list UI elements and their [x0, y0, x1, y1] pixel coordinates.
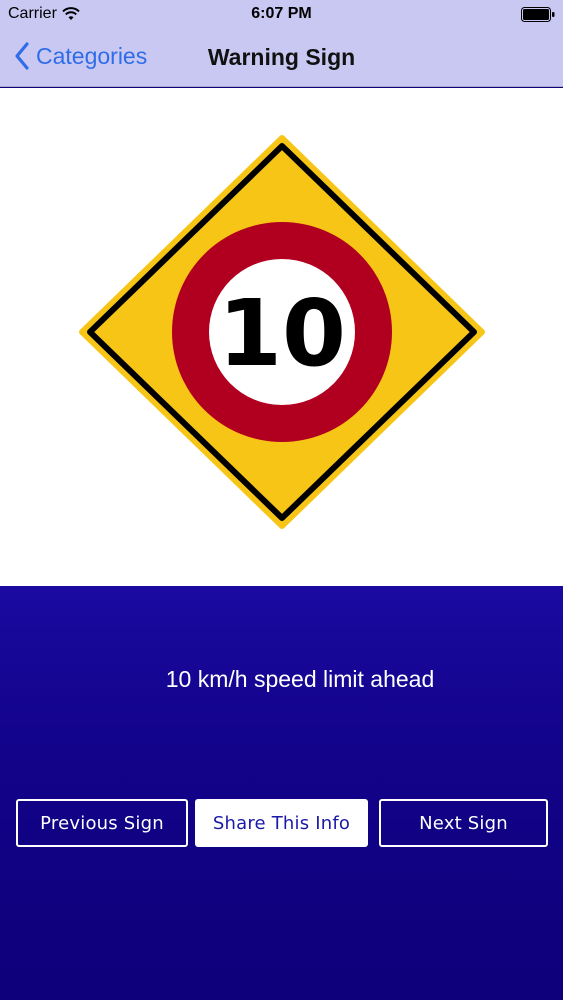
- sign-speed-value: 10: [218, 280, 346, 387]
- navigation-bar: Categories Warning Sign: [0, 30, 563, 87]
- battery-icon: [521, 7, 555, 22]
- sign-image-area: 10: [0, 88, 563, 586]
- info-panel: 10 km/h speed limit ahead Previous Sign …: [0, 586, 563, 1000]
- sign-description: 10 km/h speed limit ahead: [165, 666, 435, 692]
- next-sign-button[interactable]: Next Sign: [379, 799, 548, 847]
- status-time: 6:07 PM: [251, 5, 312, 22]
- share-info-button[interactable]: Share This Info: [195, 799, 368, 847]
- status-bar: Carrier 6:07 PM: [0, 0, 563, 30]
- previous-sign-button[interactable]: Previous Sign: [16, 799, 188, 847]
- warning-sign-image: 10: [79, 135, 485, 529]
- page-title: Warning Sign: [207, 44, 356, 70]
